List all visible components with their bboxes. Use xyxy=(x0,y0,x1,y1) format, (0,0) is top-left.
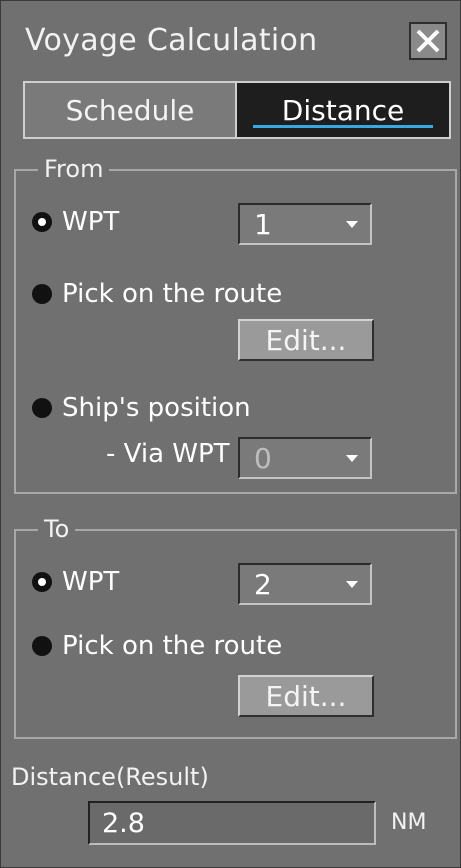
dropdown-arrow-icon xyxy=(346,455,358,462)
to-pick-label: Pick on the route xyxy=(62,631,283,661)
tab-schedule[interactable]: Schedule xyxy=(23,81,237,139)
from-wpt-radio[interactable]: WPT xyxy=(32,207,119,237)
voyage-calculation-window: Voyage Calculation Schedule Distance Fro… xyxy=(0,0,461,868)
radio-unselected-icon xyxy=(32,398,52,418)
from-pick-radio[interactable]: Pick on the route xyxy=(32,279,282,309)
to-wpt-label: WPT xyxy=(62,567,120,597)
tab-distance[interactable]: Distance xyxy=(237,81,451,139)
to-wpt-dropdown[interactable]: 2 xyxy=(238,563,372,605)
from-legend: From xyxy=(38,155,110,183)
tab-bar: Schedule Distance xyxy=(23,81,451,139)
from-group: From WPT 1 Pick on the route Edit... Shi… xyxy=(14,155,457,494)
via-wpt-label: - Via WPT xyxy=(106,439,230,469)
radio-selected-icon xyxy=(32,572,52,592)
to-wpt-radio[interactable]: WPT xyxy=(32,567,119,597)
via-wpt-value: 0 xyxy=(254,442,272,475)
from-wpt-value: 1 xyxy=(254,208,272,241)
active-tab-indicator xyxy=(253,125,433,128)
radio-unselected-icon xyxy=(32,636,52,656)
to-edit-button[interactable]: Edit... xyxy=(238,675,374,717)
dropdown-arrow-icon xyxy=(346,221,358,228)
tab-schedule-label: Schedule xyxy=(65,93,195,127)
from-edit-button[interactable]: Edit... xyxy=(238,319,374,361)
from-ship-position-label: Ship's position xyxy=(62,393,251,423)
to-group: To WPT 2 Pick on the route Edit... xyxy=(14,515,457,739)
close-icon xyxy=(416,29,440,53)
from-ship-position-radio[interactable]: Ship's position xyxy=(32,393,251,423)
via-wpt-dropdown[interactable]: 0 xyxy=(238,437,372,479)
tab-distance-label: Distance xyxy=(281,93,405,127)
from-pick-label: Pick on the route xyxy=(62,279,283,309)
window-title: Voyage Calculation xyxy=(25,23,318,58)
distance-result-value: 2.8 xyxy=(102,808,145,839)
close-button[interactable] xyxy=(409,22,447,60)
distance-result-label: Distance(Result) xyxy=(11,763,209,791)
to-wpt-value: 2 xyxy=(254,568,272,601)
from-wpt-dropdown[interactable]: 1 xyxy=(238,203,372,245)
to-pick-radio[interactable]: Pick on the route xyxy=(32,631,282,661)
to-legend: To xyxy=(38,515,76,543)
from-wpt-label: WPT xyxy=(62,207,120,237)
title-bar: Voyage Calculation xyxy=(9,15,455,69)
distance-result-field: 2.8 xyxy=(88,801,376,845)
radio-selected-icon xyxy=(32,212,52,232)
radio-unselected-icon xyxy=(32,284,52,304)
distance-unit-label: NM xyxy=(391,810,427,835)
dropdown-arrow-icon xyxy=(346,581,358,588)
